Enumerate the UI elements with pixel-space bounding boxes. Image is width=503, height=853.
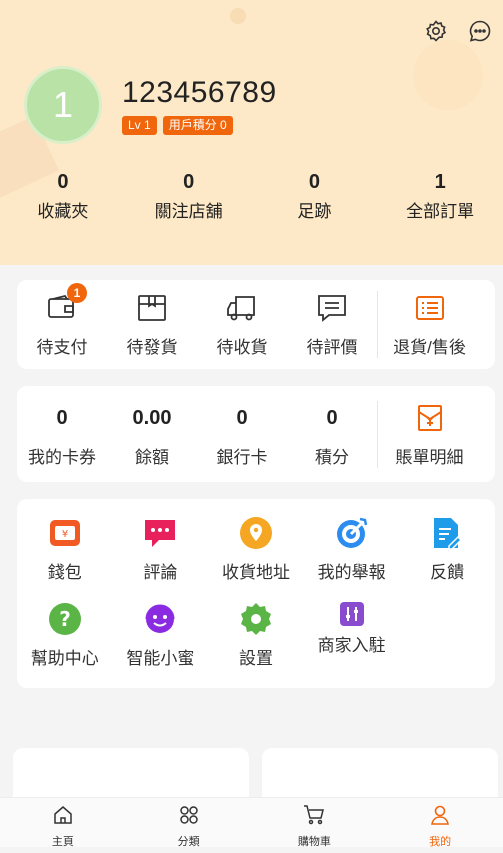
stat-footprints[interactable]: 0 足跡: [252, 170, 378, 222]
tab-category[interactable]: 分類: [126, 798, 252, 848]
service-label: 智能小蜜: [126, 649, 195, 668]
svg-text:¥: ¥: [62, 529, 68, 540]
stat-value: 0: [308, 171, 320, 193]
decoration-shape: [230, 8, 246, 24]
services-card: ¥ 錢包 評論 收貨地址 我的舉報 反饋 ? 幫助中心 智能小蜜 設置 商家入駐: [17, 499, 495, 688]
points-badge: 用戶積分 0: [162, 116, 233, 135]
edit-doc-icon: [429, 515, 465, 551]
level-badge: Lv 1: [122, 116, 157, 135]
order-pending-receipt[interactable]: 待收貨: [197, 291, 287, 358]
service-smart-assistant[interactable]: 智能小蜜: [113, 601, 209, 687]
order-pending-shipment[interactable]: 待發貨: [107, 291, 197, 358]
stat-label: 關注店舖: [154, 202, 223, 221]
merchant-icon: [334, 601, 370, 627]
after-sales[interactable]: 退貨/售後: [377, 291, 481, 358]
location-icon: [238, 515, 274, 551]
service-label: 我的舉報: [317, 563, 386, 582]
wallet-value: 0: [56, 406, 68, 429]
after-sales-label: 退貨/售後: [393, 338, 466, 357]
service-settings[interactable]: 設置: [208, 601, 304, 687]
gear-icon: [238, 601, 274, 637]
order-label: 待支付: [36, 338, 88, 357]
cart-icon: [303, 804, 325, 831]
service-reports[interactable]: 我的舉報: [304, 515, 400, 601]
service-label: 錢包: [47, 563, 82, 582]
service-help-center[interactable]: ? 幫助中心: [17, 601, 113, 687]
order-pending-review[interactable]: 待評價: [287, 291, 377, 358]
category-icon: [178, 804, 200, 831]
svg-text:?: ?: [59, 607, 71, 631]
chat-icon: [142, 515, 178, 551]
tab-mine[interactable]: 我的: [377, 798, 503, 848]
target-icon: [334, 515, 370, 551]
tab-home[interactable]: 主頁: [0, 798, 126, 848]
service-comments[interactable]: 評論: [113, 515, 209, 601]
tab-label: 購物車: [297, 836, 331, 848]
tab-bar: 主頁 分類 購物車 我的: [0, 797, 503, 848]
avatar-text: 1: [52, 84, 74, 125]
service-label: 商家入駐: [317, 636, 386, 655]
comment-icon: [317, 291, 347, 325]
tab-cart[interactable]: 購物車: [252, 798, 378, 848]
service-label: 收貨地址: [221, 563, 290, 582]
username: 123456789: [122, 76, 277, 109]
service-feedback[interactable]: 反饋: [399, 515, 495, 601]
wallet-bank-card[interactable]: 0 銀行卡: [197, 401, 287, 468]
decoration-shape: [413, 40, 483, 110]
stat-favorites[interactable]: 0 收藏夾: [0, 170, 126, 222]
stat-value: 0: [57, 171, 69, 193]
stat-value: 1: [434, 171, 446, 193]
wallet-label: 積分: [315, 447, 349, 467]
bill-icon: [416, 401, 444, 435]
wallet-icon: 1: [47, 283, 87, 325]
orders-card: 1 待支付 待發貨 待收貨 待評價 退貨/售後: [17, 280, 495, 369]
stat-followed-shops[interactable]: 0 關注店舖: [126, 170, 252, 222]
question-icon: ?: [47, 601, 83, 637]
service-label: 幫助中心: [30, 649, 99, 668]
service-merchant-join[interactable]: 商家入駐: [304, 601, 400, 677]
chat-bubble-icon[interactable]: [467, 18, 493, 44]
tab-label: 主頁: [51, 836, 74, 848]
order-count-badge: 1: [67, 283, 87, 303]
service-label: 設置: [238, 649, 273, 668]
home-icon: [52, 804, 74, 831]
service-label: 評論: [143, 563, 178, 582]
wallet-value: 0: [236, 406, 248, 429]
wallet-balance[interactable]: 0.00 餘額: [107, 401, 197, 468]
wallet-label: 我的卡券: [28, 447, 96, 467]
service-wallet[interactable]: ¥ 錢包: [17, 515, 113, 601]
order-pending-payment[interactable]: 1 待支付: [17, 283, 107, 358]
bill-details[interactable]: 賬單明細: [377, 400, 481, 468]
wallet-icon: ¥: [47, 515, 83, 551]
service-label: 反饋: [430, 563, 465, 582]
stat-label: 足跡: [297, 202, 332, 221]
order-label: 待評價: [306, 338, 358, 357]
wallet-value: 0: [326, 406, 338, 429]
wallet-points[interactable]: 0 積分: [287, 401, 377, 468]
wallet-value: 0.00: [132, 406, 172, 429]
package-icon: [137, 291, 167, 325]
bill-label: 賬單明細: [395, 447, 464, 467]
wallet-coupons[interactable]: 0 我的卡券: [17, 401, 107, 468]
wallet-label: 銀行卡: [216, 447, 268, 467]
tab-label: 分類: [177, 836, 200, 848]
user-icon: [429, 804, 451, 831]
order-label: 待發貨: [126, 338, 178, 357]
truck-icon: [226, 291, 258, 325]
stat-all-orders[interactable]: 1 全部訂單: [377, 170, 503, 222]
assistant-icon: [142, 601, 178, 637]
stat-value: 0: [183, 171, 195, 193]
gear-icon[interactable]: [423, 18, 449, 44]
stat-label: 收藏夾: [37, 202, 89, 221]
tab-label: 我的: [429, 836, 452, 848]
list-icon: [415, 291, 445, 325]
wallet-card: 0 我的卡券 0.00 餘額 0 銀行卡 0 積分 賬單明細: [17, 386, 495, 482]
profile-header: 1 123456789 Lv 1 用戶積分 0 0 收藏夾 0 關注店舖 0 足…: [0, 0, 503, 265]
order-label: 待收貨: [216, 338, 268, 357]
wallet-label: 餘額: [135, 447, 169, 467]
avatar[interactable]: 1: [24, 66, 102, 144]
service-address[interactable]: 收貨地址: [208, 515, 304, 601]
stat-label: 全部訂單: [406, 202, 475, 221]
